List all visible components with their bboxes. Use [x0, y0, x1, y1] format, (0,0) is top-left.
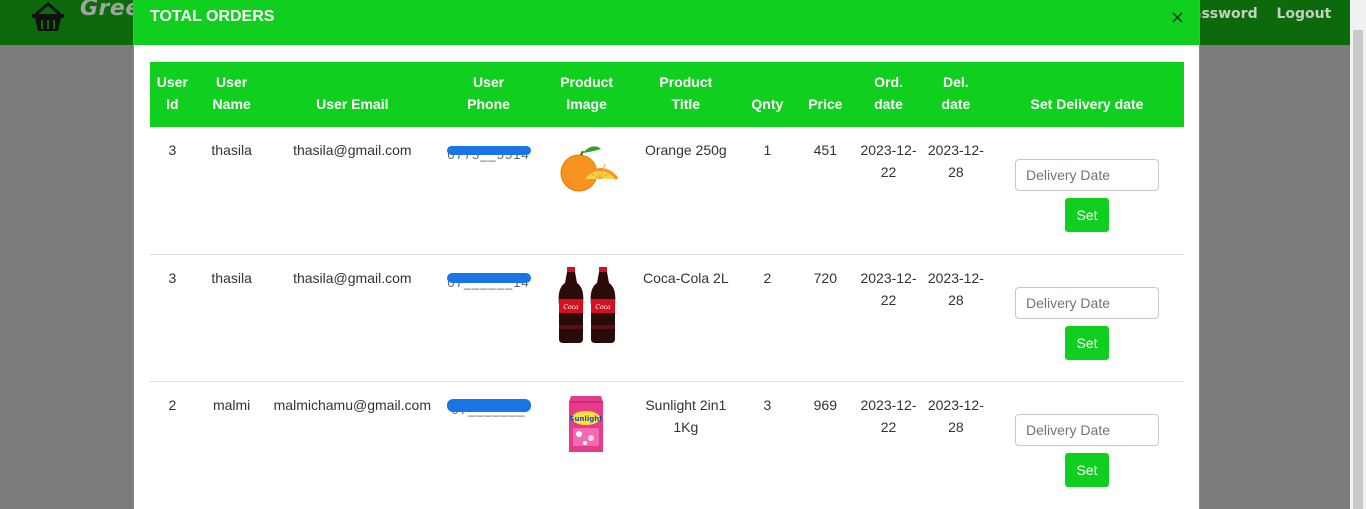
nav-links: assword Logout	[1192, 6, 1345, 22]
cell-del-date: 2023-12-28	[927, 142, 984, 180]
page-scrollbar[interactable]	[1350, 0, 1366, 509]
redacted-phone: 07______14	[446, 271, 531, 290]
cell-price: 720	[813, 269, 837, 286]
set-button[interactable]: Set	[1064, 452, 1109, 487]
table-header-row: User Id User Name User Email User Phone Pro…	[150, 62, 1184, 127]
header-qnty: Qnty	[751, 96, 784, 112]
header-user-email: User Email	[316, 96, 389, 112]
nav-link-logout[interactable]: Logout	[1276, 6, 1331, 22]
table-row: 2 malmi malmichamu@gmail.com 07_______ S…	[150, 381, 1184, 508]
cell-set-delivery: Set	[990, 127, 1184, 254]
orange-image	[560, 146, 618, 192]
redacted-phone: 0775__5514	[446, 143, 531, 162]
cell-ord-date: 2023-12-22	[860, 396, 917, 435]
nav-link-password[interactable]: assword	[1192, 6, 1258, 22]
cell-del-date: 2023-12-28	[927, 269, 984, 308]
cell-user-email: thasila@gmail.com	[293, 269, 412, 286]
cell-user-id: 3	[168, 269, 177, 286]
cell-user-name: thasila	[211, 269, 252, 286]
header-user-id: User Id	[156, 74, 188, 112]
svg-text:Coca: Coca	[563, 304, 579, 311]
cell-set-delivery: Set	[990, 381, 1184, 508]
cell-user-phone: 07______14	[436, 254, 541, 381]
cell-price: 969	[813, 396, 837, 413]
header-user-phone: User Phone	[467, 74, 510, 112]
modal-title: TOTAL ORDERS	[150, 8, 275, 25]
delivery-date-input[interactable]	[1014, 159, 1159, 191]
cell-user-phone: 07_______	[436, 381, 541, 508]
redaction-scribble	[446, 146, 531, 155]
cell-product-title: Coca-Cola 2L	[643, 269, 729, 286]
orders-table: User Id User Name User Email User Phone Pro…	[150, 62, 1184, 508]
cell-ord-date: 2023-12-22	[860, 269, 917, 308]
set-button[interactable]: Set	[1064, 198, 1109, 232]
header-price: Price	[808, 96, 843, 112]
cell-price: 451	[813, 142, 837, 158]
redacted-phone: 07_______	[446, 398, 531, 417]
cell-user-email: malmichamu@gmail.com	[273, 396, 431, 413]
cell-product-image: Coca Coca	[541, 254, 632, 381]
cell-qnty: 3	[763, 396, 772, 413]
header-product-image: Product Image	[560, 74, 614, 112]
cell-product-image: Sunlight	[541, 381, 632, 508]
orders-modal: TOTAL ORDERS × User Id User Name User Emai…	[133, 0, 1200, 509]
cell-qnty: 2	[763, 269, 772, 286]
cell-user-id: 3	[168, 142, 177, 158]
set-button[interactable]: Set	[1064, 325, 1109, 360]
cell-product-title: Orange 250g	[644, 142, 727, 158]
header-user-name: User Name	[212, 74, 251, 112]
cell-user-phone: 0775__5514	[436, 127, 541, 254]
cell-product-image	[541, 127, 632, 254]
cell-user-name: thasila	[211, 142, 252, 158]
cell-del-date: 2023-12-28	[927, 396, 984, 435]
delivery-date-input[interactable]	[1014, 413, 1159, 446]
modal-header: TOTAL ORDERS ×	[134, 0, 1199, 45]
delivery-date-input[interactable]	[1014, 286, 1159, 319]
cell-user-email: thasila@gmail.com	[293, 142, 412, 158]
header-ord-date: Ord. date	[874, 74, 903, 112]
coca-cola-bottles-image: Coca Coca	[558, 266, 615, 343]
svg-text:Coca: Coca	[595, 304, 611, 311]
redaction-scribble	[446, 272, 531, 283]
cell-user-id: 2	[168, 396, 177, 413]
redaction-scribble	[446, 398, 531, 412]
brand-name[interactable]: Gree	[80, 0, 141, 21]
header-product-title: Product Title	[659, 74, 713, 112]
svg-text:Sunlight: Sunlight	[569, 415, 603, 423]
close-icon[interactable]: ×	[1170, 9, 1185, 27]
basket-icon[interactable]	[30, 2, 66, 32]
cell-qnty: 1	[763, 142, 772, 158]
header-set-delivery-date: Set Delivery date	[1030, 96, 1144, 112]
table-row: 3 thasila thasila@gmail.com 0775__5514	[150, 127, 1184, 254]
sunlight-detergent-image: Sunlight	[568, 395, 603, 452]
cell-user-name: malmi	[212, 396, 251, 413]
cell-ord-date: 2023-12-22	[860, 142, 917, 180]
cell-product-title: Sunlight 2in1 1Kg	[645, 396, 727, 435]
header-del-date: Del. date	[941, 74, 971, 112]
scrollbar-thumb[interactable]	[1353, 30, 1363, 509]
cell-set-delivery: Set	[990, 254, 1184, 381]
table-row: 3 thasila thasila@gmail.com 07______14	[150, 254, 1184, 381]
